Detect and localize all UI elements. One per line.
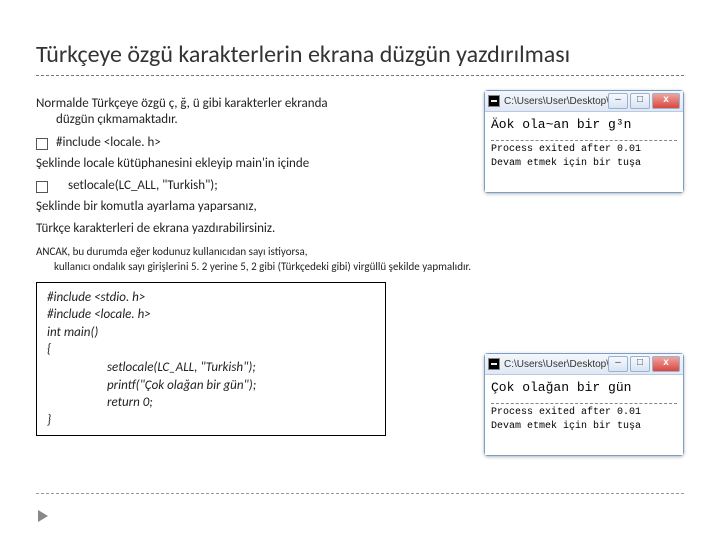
app-icon: [488, 358, 500, 370]
window-path-2: C:\Users\User\Desktop\İsimsiz2.exe: [504, 359, 608, 370]
p1-line2: düzgün çıkmamaktadır.: [36, 112, 178, 127]
minimize-button[interactable]: –: [608, 93, 628, 109]
divider: [491, 140, 677, 141]
window-buttons-2: – □ x: [608, 356, 680, 372]
close-button[interactable]: x: [652, 356, 680, 372]
window-buttons-1: – □ x: [608, 93, 680, 109]
checkbox-icon: [36, 181, 48, 193]
slide-title: Türkçeye özgü karakterlerin ekrana düzgü…: [36, 40, 684, 76]
console1-line1: Äok ola~an bir g³n: [491, 117, 631, 132]
bullet-include-text: #include <locale. h>: [56, 135, 161, 150]
footer-divider: [36, 493, 684, 494]
console1-line3: Devam etmek için bir tuşa: [491, 158, 641, 169]
code-l3: int main(): [47, 325, 98, 340]
console-body-2: Çok olağan bir gün Process exited after …: [485, 375, 683, 455]
maximize-button[interactable]: □: [630, 93, 650, 109]
bullet-setlocale-text: setlocale(LC_ALL, "Turkish");: [56, 178, 218, 193]
paragraph-3: Şeklinde bir komutla ayarlama yaparsanız…: [36, 199, 474, 215]
code-l4: {: [47, 342, 51, 357]
bullet-include: #include <locale. h>: [36, 135, 474, 150]
console-body-1: Äok ola~an bir g³n Process exited after …: [485, 112, 683, 192]
p1-line1: Normalde Türkçeye özgü ç, ğ, ü gibi kara…: [36, 96, 328, 111]
bullet-setlocale: setlocale(LC_ALL, "Turkish");: [36, 178, 474, 193]
code-block: #include <stdio. h> #include <locale. h>…: [36, 282, 386, 436]
window-path-1: C:\Users\User\Desktop\İsimsiz2.exe: [504, 96, 608, 107]
note-paragraph: ANCAK, bu durumda eğer kodunuz kullanıcı…: [36, 245, 474, 274]
titlebar-1: C:\Users\User\Desktop\İsimsiz2.exe – □ x: [485, 91, 683, 112]
left-column: Normalde Türkçeye özgü ç, ğ, ü gibi kara…: [36, 90, 474, 456]
console-window-1: C:\Users\User\Desktop\İsimsiz2.exe – □ x…: [484, 90, 684, 193]
right-column: C:\Users\User\Desktop\İsimsiz2.exe – □ x…: [484, 90, 684, 456]
slide: Türkçeye özgü karakterlerin ekrana düzgü…: [0, 0, 720, 540]
note-head: ANCAK, bu durumda eğer kodunuz kullanıcı…: [36, 245, 307, 258]
paragraph-1: Normalde Türkçeye özgü ç, ğ, ü gibi kara…: [36, 96, 474, 129]
note-body: kullanıcı ondalık sayı girişlerini 5. 2 …: [36, 260, 474, 274]
maximize-button[interactable]: □: [630, 356, 650, 372]
console1-line2: Process exited after 0.01: [491, 144, 641, 155]
app-icon: [488, 95, 500, 107]
close-button[interactable]: x: [652, 93, 680, 109]
code-l8: }: [47, 413, 51, 428]
minimize-button[interactable]: –: [608, 356, 628, 372]
console2-line3: Devam etmek için bir tuşa: [491, 421, 641, 432]
checkbox-icon: [36, 138, 48, 150]
console2-line1: Çok olağan bir gün: [491, 380, 631, 395]
paragraph-4: Türkçe karakterleri de ekrana yazdırabil…: [36, 221, 474, 237]
divider: [491, 403, 677, 404]
console-window-2: C:\Users\User\Desktop\İsimsiz2.exe – □ x…: [484, 353, 684, 456]
code-l2: #include <locale. h>: [47, 307, 151, 322]
paragraph-2: Şeklinde locale kütüphanesini ekleyip ma…: [36, 156, 474, 172]
code-l1: #include <stdio. h>: [47, 290, 145, 305]
content-columns: Normalde Türkçeye özgü ç, ğ, ü gibi kara…: [36, 90, 684, 456]
titlebar-2: C:\Users\User\Desktop\İsimsiz2.exe – □ x: [485, 354, 683, 375]
console2-line2: Process exited after 0.01: [491, 407, 641, 418]
code-l6: printf("Çok olağan bir gün");: [47, 377, 375, 395]
code-l7: return 0;: [47, 394, 375, 412]
footer-arrow-icon: [38, 510, 48, 522]
code-l5: setlocale(LC_ALL, "Turkish");: [47, 359, 375, 377]
